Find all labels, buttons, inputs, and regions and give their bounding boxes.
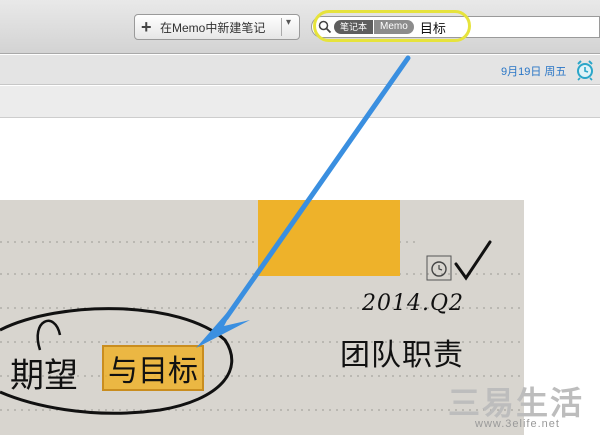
- toolbar: + 在Memo中新建笔记 ▾ 笔记本 Memo 目标: [0, 0, 600, 54]
- chevron-down-icon[interactable]: ▾: [286, 17, 291, 28]
- plus-icon: +: [141, 17, 152, 37]
- search-highlight-ring: [313, 10, 471, 42]
- handwritten-date: 2014.Q2: [362, 291, 465, 316]
- handwritten-team-duties: 团队职责: [340, 338, 464, 373]
- checkmark-icon: [454, 240, 492, 281]
- button-divider: [281, 18, 282, 36]
- alarm-clock-icon[interactable]: [575, 59, 595, 81]
- watermark-url: www.3elife.net: [475, 418, 560, 430]
- sticky-note: [258, 200, 400, 276]
- handwritten-goal-prefix: 期望: [10, 356, 78, 396]
- reminder-date[interactable]: 9月19日 周五: [501, 63, 566, 79]
- handwritten-goal-highlight: 与目标: [102, 345, 204, 391]
- note-header-bar: [0, 86, 600, 118]
- new-note-label: 在Memo中新建笔记: [160, 20, 266, 35]
- date-bar: 9月19日 周五: [0, 55, 600, 85]
- alarm-checkbox-icon: [426, 255, 452, 281]
- new-note-in-memo-button[interactable]: + 在Memo中新建笔记 ▾: [134, 14, 300, 40]
